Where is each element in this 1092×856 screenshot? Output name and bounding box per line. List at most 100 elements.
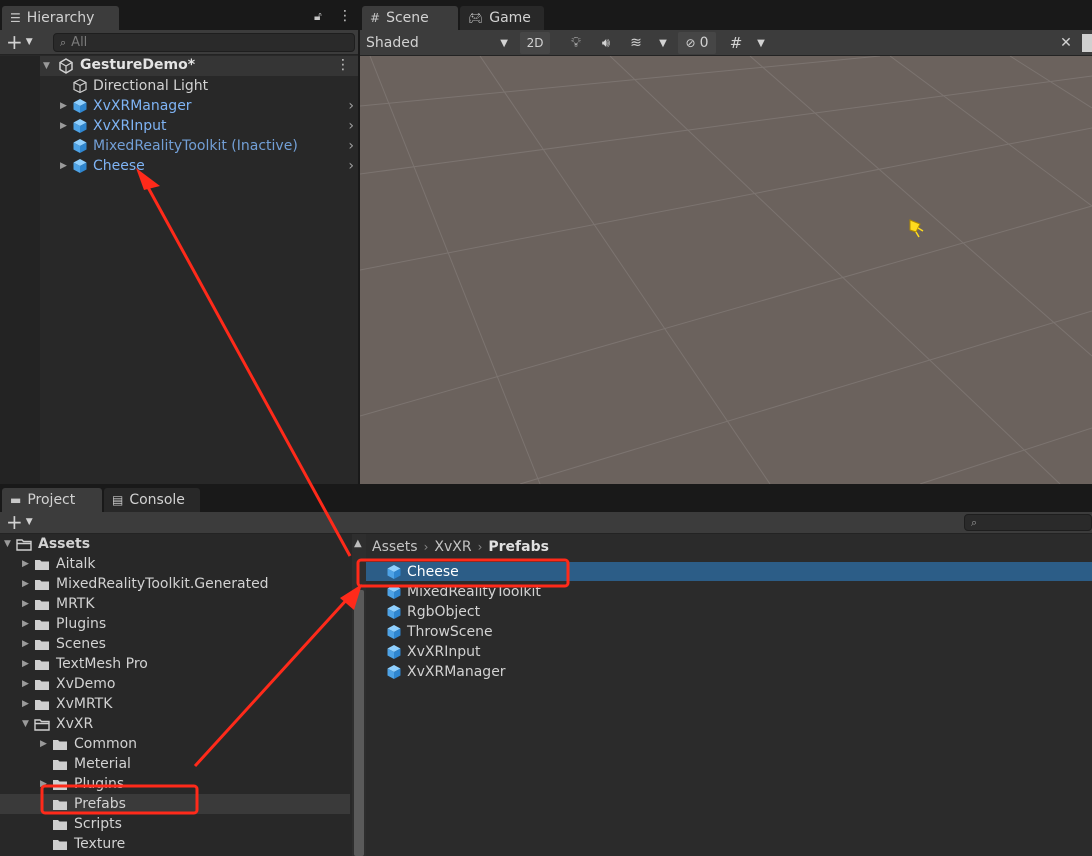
folder-tree-item[interactable]: ▶ Common bbox=[40, 734, 137, 754]
folder-tree-item[interactable]: ▶ Scenes bbox=[22, 634, 106, 654]
folder-tree-item[interactable]: ▼ Assets bbox=[4, 534, 90, 554]
expand-icon[interactable]: ▶ bbox=[22, 699, 34, 709]
tab-hierarchy[interactable]: ☰ Hierarchy bbox=[2, 6, 119, 30]
grid-snap-icon: # bbox=[729, 34, 743, 52]
tab-game[interactable]: 🎮︎ Game bbox=[460, 6, 544, 30]
breadcrumb-item[interactable]: XvXR bbox=[434, 539, 471, 555]
more-menu-icon[interactable]: ⋮ bbox=[338, 8, 352, 24]
create-button[interactable]: + ▼ bbox=[6, 32, 33, 52]
expand-icon[interactable]: ▶ bbox=[60, 121, 72, 131]
expand-open-icon[interactable]: ▼ bbox=[22, 719, 34, 729]
asset-item[interactable]: MixedRealityToolkit bbox=[386, 582, 541, 602]
hidden-objects-toggle[interactable]: ⊘ 0 bbox=[678, 32, 716, 54]
lock-icon[interactable]: 🔓︎ bbox=[314, 9, 322, 24]
scene-header-row[interactable]: ▼ GestureDemo* ⋮ bbox=[40, 56, 358, 76]
folder-tree-item[interactable]: ▶ MixedRealityToolkit.Generated bbox=[22, 574, 269, 594]
expand-icon[interactable]: ▶ bbox=[22, 659, 34, 669]
scroll-up-icon[interactable]: ▲ bbox=[354, 538, 362, 549]
asset-label: Cheese bbox=[407, 564, 459, 580]
folder-tree-item[interactable]: ▶ XvMRTK bbox=[22, 694, 112, 714]
chevron-right-icon[interactable]: › bbox=[348, 98, 354, 114]
folder-tree-item[interactable]: ▶ Plugins bbox=[40, 774, 124, 794]
folder-icon bbox=[35, 679, 49, 690]
folder-tree-item[interactable]: Scripts bbox=[40, 814, 122, 834]
toggle-2d-button[interactable]: 2D bbox=[520, 32, 550, 54]
hierarchy-panel: ☰ Hierarchy 🔓︎ ⋮ + ▼ ⌕ All ▼ GestureDemo*… bbox=[0, 0, 358, 484]
asset-label: ThrowScene bbox=[407, 624, 493, 640]
scene-toolbar: Shaded ▼ 2D 💡︎ 🔊︎ ≋ ▼ ⊘ 0 # ▼ ✕ bbox=[360, 30, 1092, 56]
tools-button[interactable]: ✕ bbox=[1054, 32, 1078, 54]
grid-toggle[interactable]: # bbox=[724, 32, 748, 54]
asset-label: XvXRManager bbox=[407, 664, 506, 680]
expand-icon[interactable]: ▶ bbox=[60, 101, 72, 111]
hierarchy-item[interactable]: MixedRealityToolkit (Inactive) › bbox=[60, 136, 358, 156]
list-icon: ☰ bbox=[10, 11, 21, 25]
folder-icon bbox=[53, 839, 67, 850]
folder-tree-item[interactable]: Texture bbox=[40, 834, 125, 854]
asset-item[interactable]: RgbObject bbox=[386, 602, 480, 622]
expand-icon[interactable]: ▶ bbox=[40, 739, 52, 749]
effects-dropdown[interactable]: ▼ bbox=[656, 32, 670, 54]
folder-tree-item[interactable]: ▶ MRTK bbox=[22, 594, 95, 614]
expand-icon[interactable]: ▶ bbox=[22, 599, 34, 609]
expand-icon[interactable]: ▶ bbox=[60, 161, 72, 171]
asset-label: RgbObject bbox=[407, 604, 481, 620]
folder-icon bbox=[53, 759, 67, 770]
chevron-right-icon[interactable]: › bbox=[348, 158, 354, 174]
prefab-cube-icon bbox=[387, 645, 401, 659]
asset-item[interactable]: ThrowScene bbox=[386, 622, 493, 642]
folder-label: Plugins bbox=[74, 776, 125, 792]
scene-menu-icon[interactable]: ⋮ bbox=[336, 57, 350, 73]
folder-icon bbox=[35, 559, 49, 570]
expand-icon[interactable]: ▶ bbox=[22, 559, 34, 569]
folder-tree-item[interactable]: ▶ XvDemo bbox=[22, 674, 115, 694]
tab-project[interactable]: ▬ Project bbox=[2, 488, 102, 512]
folder-label: Prefabs bbox=[74, 796, 126, 812]
expand-icon[interactable]: ▶ bbox=[22, 579, 34, 589]
hierarchy-item[interactable]: ▶ XvXRManager › bbox=[60, 96, 358, 116]
expand-icon[interactable]: ▶ bbox=[22, 619, 34, 629]
hierarchy-search-input[interactable]: ⌕ All bbox=[53, 33, 355, 52]
folder-tree-item[interactable]: ▶ Aitalk bbox=[22, 554, 96, 574]
folder-tree-item[interactable]: ▶ TextMesh Pro bbox=[22, 654, 148, 674]
speaker-icon: 🔊︎ bbox=[601, 35, 611, 51]
asset-item[interactable]: XvXRManager bbox=[386, 662, 506, 682]
create-asset-button[interactable]: + ▼ bbox=[6, 512, 33, 532]
hierarchy-item[interactable]: ▶ Cheese › bbox=[60, 156, 358, 176]
hierarchy-item[interactable]: Directional Light bbox=[60, 76, 358, 96]
tab-console[interactable]: ▤ Console bbox=[104, 488, 200, 512]
breadcrumb-item[interactable]: Assets bbox=[372, 539, 418, 555]
caret-down-icon: ▼ bbox=[500, 37, 508, 49]
project-scrollbar-thumb[interactable] bbox=[354, 590, 364, 856]
expand-open-icon[interactable]: ▼ bbox=[43, 61, 55, 71]
folder-tree-item[interactable]: ▶ Plugins bbox=[22, 614, 106, 634]
effects-toggle[interactable]: ≋ bbox=[624, 32, 648, 54]
breadcrumb-separator-icon: › bbox=[477, 540, 483, 554]
expand-icon[interactable]: ▶ bbox=[22, 639, 34, 649]
asset-item[interactable]: XvXRInput bbox=[386, 642, 480, 662]
expand-icon[interactable]: ▶ bbox=[40, 779, 52, 789]
lighting-toggle[interactable]: 💡︎ bbox=[564, 32, 588, 54]
folder-tree-item[interactable]: Meterial bbox=[40, 754, 131, 774]
folder-tree-item[interactable]: Prefabs bbox=[40, 794, 126, 814]
folder-tree-item[interactable]: ▼ XvXR bbox=[22, 714, 93, 734]
directional-light-gizmo-icon[interactable] bbox=[906, 216, 926, 238]
expand-icon[interactable]: ▶ bbox=[22, 679, 34, 689]
caret-down-icon: ▼ bbox=[25, 37, 33, 47]
audio-toggle[interactable]: 🔊︎ bbox=[594, 32, 618, 54]
asset-item[interactable]: Cheese bbox=[386, 562, 459, 582]
search-icon: ⌕ bbox=[971, 515, 978, 529]
scene-grid bbox=[360, 56, 1092, 484]
hierarchy-item[interactable]: ▶ XvXRInput › bbox=[60, 116, 358, 136]
chevron-right-icon[interactable]: › bbox=[348, 118, 354, 134]
breadcrumb-current[interactable]: Prefabs bbox=[488, 539, 549, 555]
caret-down-icon: ▼ bbox=[757, 37, 765, 49]
chevron-right-icon[interactable]: › bbox=[348, 138, 354, 154]
shading-mode-dropdown[interactable]: Shaded ▼ bbox=[366, 32, 512, 54]
expand-open-icon[interactable]: ▼ bbox=[4, 539, 16, 549]
scene-viewport[interactable] bbox=[360, 56, 1092, 484]
breadcrumb-separator-icon: › bbox=[423, 540, 429, 554]
grid-dropdown[interactable]: ▼ bbox=[754, 32, 768, 54]
project-search-input[interactable]: ⌕ bbox=[964, 514, 1092, 531]
tab-scene[interactable]: # Scene bbox=[362, 6, 458, 30]
